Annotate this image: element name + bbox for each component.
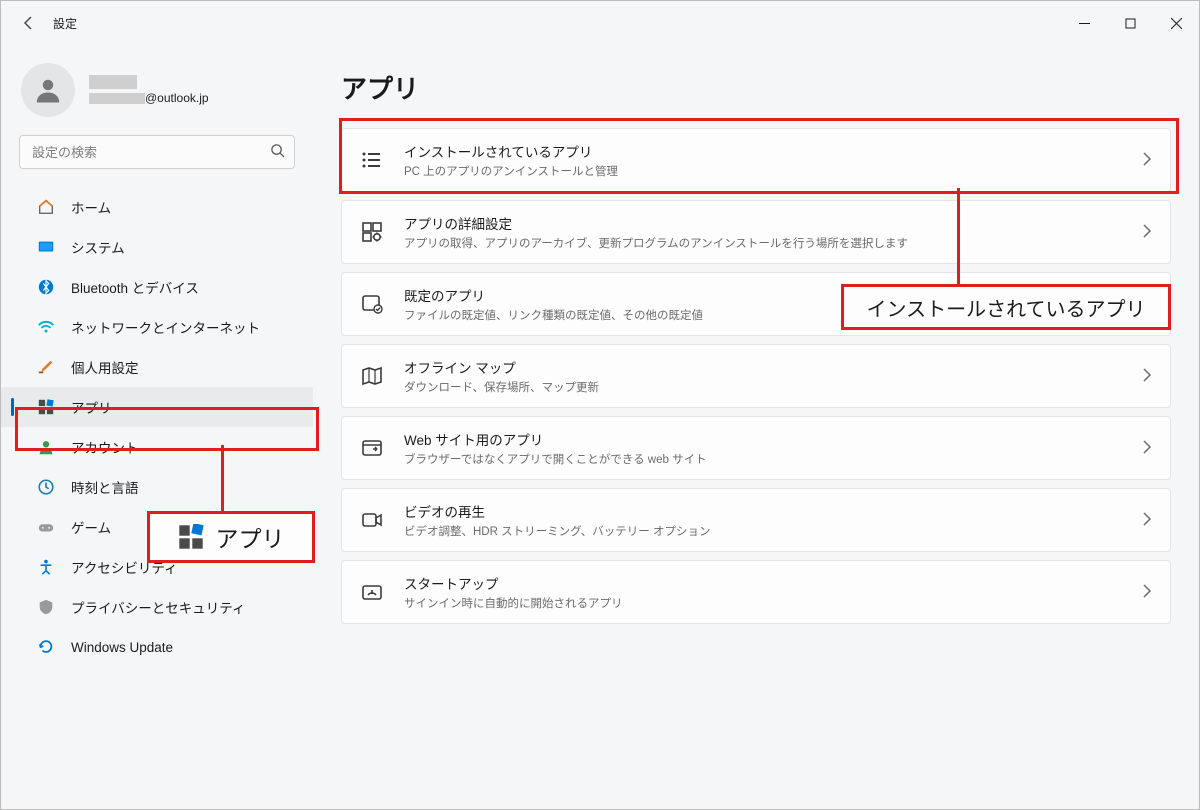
check-app-icon — [360, 292, 384, 316]
card-title: インストールされているアプリ — [404, 141, 1122, 161]
annotation-callout-installed-apps: インストールされているアプリ — [841, 284, 1171, 330]
chevron-right-icon — [1142, 512, 1152, 529]
list-icon — [360, 148, 384, 172]
startup-icon — [360, 580, 384, 604]
card-subtitle: PC 上のアプリのアンインストールと管理 — [404, 163, 1122, 179]
avatar — [21, 63, 75, 117]
card-video-playback[interactable]: ビデオの再生 ビデオ調整、HDR ストリーミング、バッテリー オプション — [341, 488, 1171, 552]
window-link-icon — [360, 436, 384, 460]
map-icon — [360, 364, 384, 388]
chevron-right-icon — [1142, 440, 1152, 457]
sidebar-item-label: プライバシーとセキュリティ — [71, 597, 245, 617]
user-email: @outlook.jp — [89, 91, 209, 105]
person-icon — [37, 438, 55, 456]
chevron-right-icon — [1142, 152, 1152, 169]
chevron-right-icon — [1142, 224, 1152, 241]
back-button[interactable] — [15, 9, 43, 37]
shield-icon — [37, 598, 55, 616]
card-advanced-app-settings[interactable]: アプリの詳細設定 アプリの取得、アプリのアーカイブ、更新プログラムのアンインスト… — [341, 200, 1171, 264]
apps-icon — [178, 524, 204, 550]
close-button[interactable] — [1153, 1, 1199, 45]
search-container — [19, 135, 295, 169]
apps-icon — [37, 398, 55, 416]
search-icon — [270, 143, 285, 161]
clock-icon — [37, 478, 55, 496]
sidebar-item-apps[interactable]: アプリ — [1, 387, 313, 427]
chevron-right-icon — [1142, 368, 1152, 385]
sidebar-item-network[interactable]: ネットワークとインターネット — [9, 307, 305, 347]
sidebar-item-label: 時刻と言語 — [71, 477, 139, 497]
sidebar-item-windows-update[interactable]: Windows Update — [9, 627, 305, 667]
bluetooth-icon — [37, 278, 55, 296]
system-icon — [37, 238, 55, 256]
card-subtitle: サインイン時に自動的に開始されるアプリ — [404, 595, 1122, 611]
sidebar-item-label: 個人用設定 — [71, 357, 139, 377]
sidebar-item-label: アプリ — [71, 397, 112, 417]
accessibility-icon — [37, 558, 55, 576]
card-title: スタートアップ — [404, 573, 1122, 593]
sidebar-item-label: ネットワークとインターネット — [71, 317, 260, 337]
wifi-icon — [37, 318, 55, 336]
card-subtitle: ブラウザーではなくアプリで開くことができる web サイト — [404, 451, 1122, 467]
sidebar-item-label: Bluetooth とデバイス — [71, 277, 199, 297]
brush-icon — [37, 358, 55, 376]
video-icon — [360, 508, 384, 532]
card-offline-maps[interactable]: オフライン マップ ダウンロード、保存場所、マップ更新 — [341, 344, 1171, 408]
update-icon — [37, 638, 55, 656]
maximize-button[interactable] — [1107, 1, 1153, 45]
annotation-callout-apps: アプリ — [147, 511, 315, 563]
sidebar-item-time-language[interactable]: 時刻と言語 — [9, 467, 305, 507]
sidebar-item-personalization[interactable]: 個人用設定 — [9, 347, 305, 387]
search-input[interactable] — [19, 135, 295, 169]
card-apps-for-websites[interactable]: Web サイト用のアプリ ブラウザーではなくアプリで開くことができる web サ… — [341, 416, 1171, 480]
minimize-button[interactable] — [1061, 1, 1107, 45]
card-subtitle: ダウンロード、保存場所、マップ更新 — [404, 379, 1122, 395]
card-title: オフライン マップ — [404, 357, 1122, 377]
sidebar-item-label: アカウント — [71, 437, 139, 457]
nav-list: ホーム システム Bluetooth とデバイス ネットワークとインターネット … — [1, 183, 313, 667]
sidebar-item-privacy[interactable]: プライバシーとセキュリティ — [9, 587, 305, 627]
sidebar-item-label: Windows Update — [71, 640, 173, 655]
card-installed-apps[interactable]: インストールされているアプリ PC 上のアプリのアンインストールと管理 — [341, 128, 1171, 192]
sidebar-item-label: システム — [71, 237, 125, 257]
title-bar: 設定 — [1, 1, 1199, 45]
chevron-right-icon — [1142, 584, 1152, 601]
user-name-redacted — [89, 75, 137, 89]
sidebar-item-label: ホーム — [71, 197, 111, 217]
user-profile[interactable]: @outlook.jp — [1, 57, 313, 135]
card-subtitle: アプリの取得、アプリのアーカイブ、更新プログラムのアンインストールを行う場所を選… — [404, 235, 1122, 251]
card-subtitle: ビデオ調整、HDR ストリーミング、バッテリー オプション — [404, 523, 1122, 539]
card-title: ビデオの再生 — [404, 501, 1122, 521]
card-startup[interactable]: スタートアップ サインイン時に自動的に開始されるアプリ — [341, 560, 1171, 624]
page-title: アプリ — [341, 69, 1171, 106]
card-title: アプリの詳細設定 — [404, 213, 1122, 233]
window-title: 設定 — [53, 15, 77, 32]
sidebar-item-system[interactable]: システム — [9, 227, 305, 267]
gamepad-icon — [37, 518, 55, 536]
sidebar-item-home[interactable]: ホーム — [9, 187, 305, 227]
sidebar-item-accounts[interactable]: アカウント — [9, 427, 305, 467]
main-content: アプリ インストールされているアプリ PC 上のアプリのアンインストールと管理 … — [313, 45, 1199, 809]
sidebar: @outlook.jp ホーム システム Bluetooth とデバイス — [1, 45, 313, 809]
app-gear-icon — [360, 220, 384, 244]
sidebar-item-bluetooth[interactable]: Bluetooth とデバイス — [9, 267, 305, 307]
sidebar-item-label: ゲーム — [71, 517, 111, 537]
card-title: Web サイト用のアプリ — [404, 429, 1122, 449]
home-icon — [37, 198, 55, 216]
